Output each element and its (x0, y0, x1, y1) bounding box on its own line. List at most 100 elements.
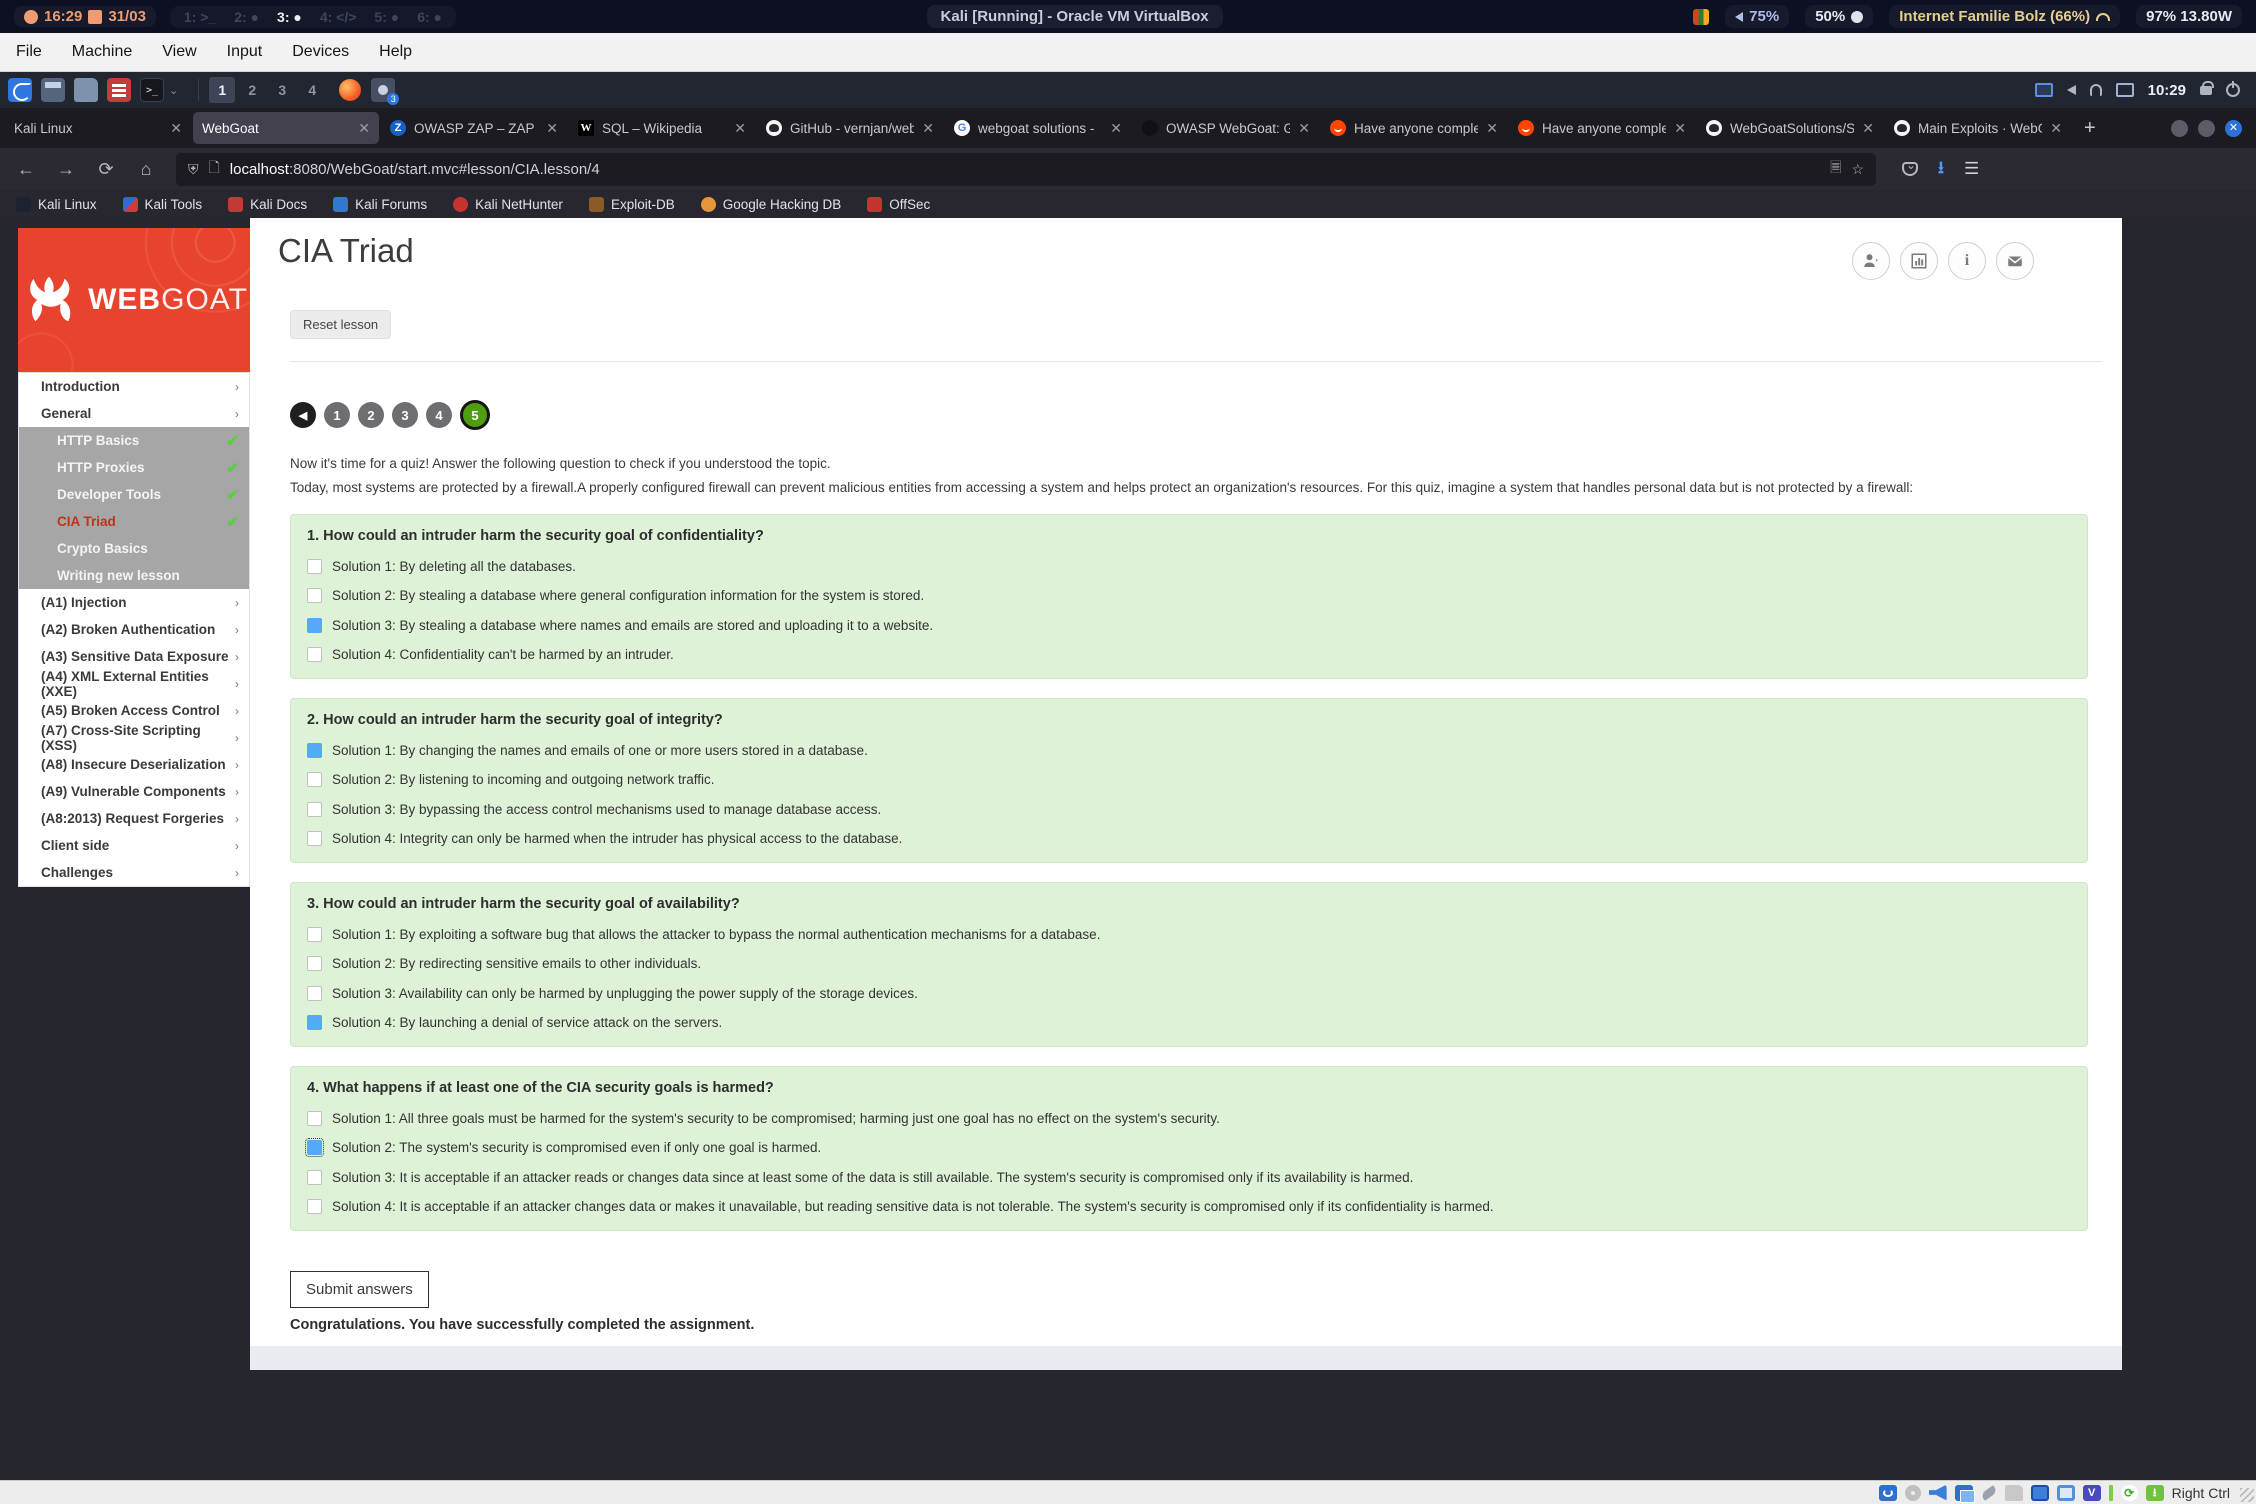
menu-help[interactable]: Help (379, 43, 412, 61)
answer-option[interactable]: Solution 3: It is acceptable if an attac… (307, 1170, 2071, 1185)
answer-option[interactable]: Solution 3: Availability can only be har… (307, 986, 2071, 1001)
host-workspace-switcher[interactable]: 1: >_ 2: ● 3: ● 4: </> 5: ● 6: ● (170, 6, 456, 28)
bookmark-google-hacking-db[interactable]: Google Hacking DB (701, 197, 842, 212)
checkbox[interactable] (307, 831, 322, 846)
url-text[interactable]: localhost:8080/WebGoat/start.mvc#lesson/… (230, 161, 1820, 178)
workspace-button-1[interactable]: 1 (209, 77, 235, 103)
about-button[interactable]: i (1948, 242, 1986, 280)
firefox-running-icon[interactable] (339, 79, 361, 101)
tab-close-icon[interactable]: ✕ (1486, 120, 1498, 137)
power-icon[interactable] (2226, 83, 2240, 97)
terminal-icon[interactable]: >_ (140, 78, 164, 102)
tab-close-icon[interactable]: ✕ (2050, 120, 2062, 137)
pocket-icon[interactable] (1902, 162, 1918, 176)
answer-option[interactable]: Solution 2: By stealing a database where… (307, 588, 2071, 603)
sidebar-item-a7-xss[interactable]: (A7) Cross-Site Scripting (XSS) › (19, 724, 249, 751)
shared-folders-status-icon[interactable] (2005, 1485, 2023, 1501)
forward-button[interactable]: → (50, 159, 82, 180)
keyboard-status-icon[interactable]: V (2083, 1485, 2101, 1501)
reader-mode-icon[interactable]: 🗏 (1830, 157, 1841, 181)
bookmark-kali-tools[interactable]: Kali Tools (123, 197, 203, 212)
answer-option[interactable]: Solution 1: By deleting all the database… (307, 559, 2071, 574)
clipboard-tray-icon[interactable] (2116, 83, 2134, 97)
show-desktop-icon[interactable] (41, 78, 65, 102)
menu-view[interactable]: View (162, 43, 196, 61)
page-button-4[interactable]: 4 (426, 402, 452, 428)
sidebar-item-developer-tools[interactable]: Developer Tools ✔ (19, 481, 249, 508)
sidebar-item-a1-injection[interactable]: (A1) Injection › (19, 589, 249, 616)
bookmark-kali-forums[interactable]: Kali Forums (333, 197, 427, 212)
tab-sql-wikipedia[interactable]: W SQL – Wikipedia ✕ (569, 112, 755, 144)
workspace-button-2[interactable]: 2 (239, 77, 265, 103)
tab-owasp-webgoat[interactable]: OWASP WebGoat: G ✕ (1133, 112, 1319, 144)
sidebar-item-a3-sensitive-data[interactable]: (A3) Sensitive Data Exposure › (19, 643, 249, 670)
tab-webgoat-solutions-search[interactable]: G webgoat solutions - ✕ (945, 112, 1131, 144)
tab-reddit-2[interactable]: Have anyone comple ✕ (1509, 112, 1695, 144)
host-workspace-2[interactable]: 2: ● (234, 9, 259, 25)
checkbox[interactable] (307, 1170, 322, 1185)
tab-main-exploits[interactable]: Main Exploits · WebG ✕ (1885, 112, 2071, 144)
sidebar-item-a82013-request-forgeries[interactable]: (A8:2013) Request Forgeries › (19, 805, 249, 832)
answer-option[interactable]: Solution 1: All three goals must be harm… (307, 1111, 2071, 1126)
checkbox[interactable] (307, 647, 322, 662)
answer-option[interactable]: Solution 2: By redirecting sensitive ema… (307, 956, 2071, 971)
workspace-button-3[interactable]: 3 (269, 77, 295, 103)
tab-close-icon[interactable]: ✕ (1674, 120, 1686, 137)
wifi-widget[interactable]: Internet Familie Bolz (66%) (1889, 5, 2120, 28)
features-status-icon[interactable]: ⟳ (2121, 1485, 2138, 1501)
reset-lesson-button[interactable]: Reset lesson (290, 310, 391, 339)
page-button-2[interactable]: 2 (358, 402, 384, 428)
sidebar-item-client-side[interactable]: Client side › (19, 832, 249, 859)
display-tray-icon[interactable] (2035, 83, 2053, 97)
network-status-icon[interactable] (1955, 1485, 1973, 1501)
maximize-button[interactable] (2198, 120, 2215, 137)
workspace-button-4[interactable]: 4 (299, 77, 325, 103)
answer-option[interactable]: Solution 4: It is acceptable if an attac… (307, 1199, 2071, 1214)
answer-option[interactable]: Solution 3: By bypassing the access cont… (307, 802, 2071, 817)
sidebar-item-a2-broken-authentication[interactable]: (A2) Broken Authentication › (19, 616, 249, 643)
tab-webgoat[interactable]: WebGoat ✕ (193, 112, 379, 144)
back-button[interactable]: ← (10, 159, 42, 180)
bookmark-kali-linux[interactable]: Kali Linux (16, 197, 97, 212)
host-workspace-6[interactable]: 6: ● (417, 9, 442, 25)
sidebar-item-a4-xxe[interactable]: (A4) XML External Entities (XXE) › (19, 670, 249, 697)
tab-github-vernjan[interactable]: GitHub - vernjan/web ✕ (757, 112, 943, 144)
checkbox-checked[interactable] (307, 1015, 322, 1030)
host-clock-widget[interactable]: 16:29 31/03 (14, 6, 156, 27)
recording-status-icon[interactable] (2057, 1485, 2075, 1501)
answer-option[interactable]: Solution 4: Confidentiality can't be har… (307, 647, 2071, 662)
menu-machine[interactable]: Machine (72, 43, 132, 61)
downloads-icon[interactable]: ⭳ (1938, 155, 1944, 184)
answer-option[interactable]: Solution 1: By exploiting a software bug… (307, 927, 2071, 942)
report-card-button[interactable] (1900, 242, 1938, 280)
answer-option[interactable]: Solution 4: Integrity can only be harmed… (307, 831, 2071, 846)
page-button-1[interactable]: 1 (324, 402, 350, 428)
brightness-widget[interactable]: 50% (1805, 5, 1873, 28)
new-tab-button[interactable]: + (2072, 117, 2108, 140)
tab-close-icon[interactable]: ✕ (734, 120, 746, 137)
host-workspace-5[interactable]: 5: ● (374, 9, 399, 25)
checkbox[interactable] (307, 1199, 322, 1214)
contact-button[interactable] (1996, 242, 2034, 280)
answer-option[interactable]: Solution 1: By changing the names and em… (307, 743, 2071, 758)
bookmark-exploit-db[interactable]: Exploit-DB (589, 197, 675, 212)
notifications-icon[interactable] (2090, 84, 2102, 96)
minimize-button[interactable] (2171, 120, 2188, 137)
tab-close-icon[interactable]: ✕ (1862, 120, 1874, 137)
bookmark-kali-docs[interactable]: Kali Docs (228, 197, 307, 212)
sidebar-item-crypto-basics[interactable]: Crypto Basics (19, 535, 249, 562)
answer-option[interactable]: Solution 2: The system's security is com… (307, 1140, 2071, 1155)
user-menu-button[interactable] (1852, 242, 1890, 280)
checkbox[interactable] (307, 772, 322, 787)
checkbox[interactable] (307, 956, 322, 971)
checkbox[interactable] (307, 559, 322, 574)
menu-file[interactable]: File (16, 43, 42, 61)
tab-close-icon[interactable]: ✕ (358, 120, 370, 137)
audio-tray-icon[interactable] (2067, 85, 2076, 95)
checkbox-checked[interactable] (307, 618, 322, 633)
bookmark-offsec[interactable]: OffSec (867, 197, 930, 212)
bookmark-kali-nethunter[interactable]: Kali NetHunter (453, 197, 563, 212)
hdd-status-icon[interactable] (1879, 1485, 1897, 1501)
display-status-icon[interactable] (2031, 1485, 2049, 1501)
tab-close-icon[interactable]: ✕ (1298, 120, 1310, 137)
